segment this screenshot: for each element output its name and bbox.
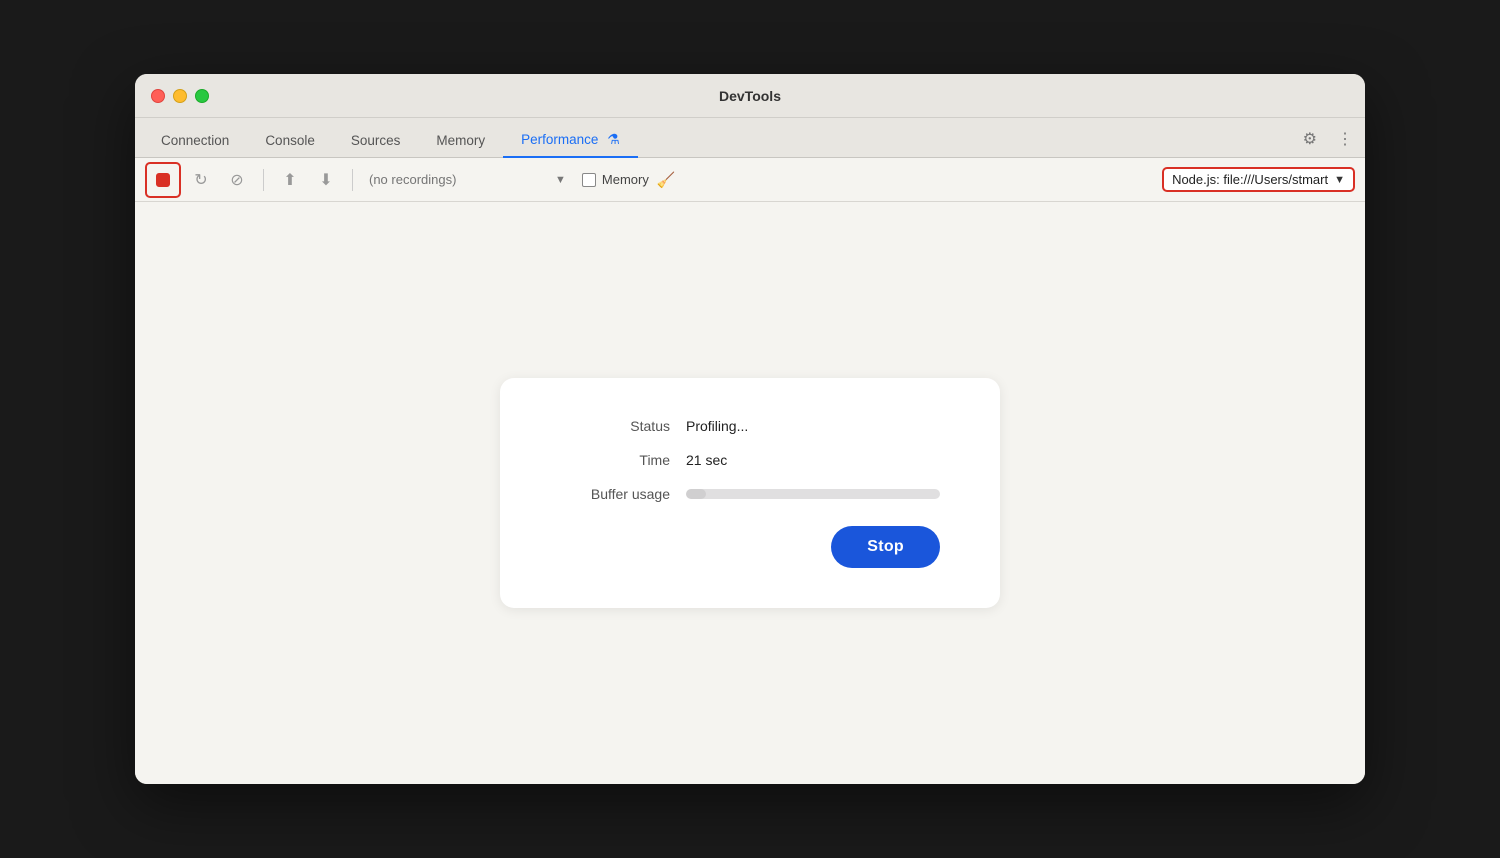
devtools-window: DevTools Connection Console Sources Memo… [135,74,1365,784]
tab-performance[interactable]: Performance ⚗ [503,123,638,158]
flask-icon: ⚗ [607,131,620,147]
buffer-row: Buffer usage [560,486,940,502]
time-value: 21 sec [686,452,727,468]
tab-connection[interactable]: Connection [143,125,247,158]
upload-button[interactable]: ⬆ [274,164,306,196]
recordings-input[interactable] [363,168,551,191]
status-card: Status Profiling... Time 21 sec Buffer u… [500,378,1000,608]
status-row: Status Profiling... [560,418,940,434]
main-content: Status Profiling... Time 21 sec Buffer u… [135,202,1365,784]
target-select-text: Node.js: file:///Users/stmart [1172,172,1328,187]
window-title: DevTools [719,88,781,104]
target-dropdown-arrow-icon: ▼ [1334,174,1345,186]
time-label: Time [560,452,670,468]
clear-button[interactable]: ⊘ [221,164,253,196]
toolbar: ↻ ⊘ ⬆ ⬇ ▼ Memory 🧹 Node.js: file:///User… [135,158,1365,202]
close-button[interactable] [151,89,165,103]
tab-console[interactable]: Console [247,125,333,158]
refresh-button[interactable]: ↻ [185,164,217,196]
memory-checkbox-wrapper: Memory [582,172,649,187]
status-value: Profiling... [686,418,748,434]
target-select[interactable]: Node.js: file:///Users/stmart ▼ [1162,167,1355,192]
recordings-wrapper: ▼ [363,168,570,191]
tab-sources[interactable]: Sources [333,125,419,158]
recordings-dropdown-button[interactable]: ▼ [551,172,570,188]
traffic-lights [151,89,209,103]
buffer-label: Buffer usage [560,486,670,502]
toolbar-divider-2 [352,169,353,191]
memory-label: Memory [602,172,649,187]
stop-button-row: Stop [560,526,940,568]
minimize-button[interactable] [173,89,187,103]
memory-checkbox[interactable] [582,173,596,187]
settings-button[interactable]: ⚙ [1299,127,1321,151]
buffer-bar-fill [686,489,706,499]
tabbar-actions: ⚙ ⋮ [1299,127,1357,157]
record-button[interactable] [145,162,181,198]
tabbar: Connection Console Sources Memory Perfor… [135,118,1365,158]
titlebar: DevTools [135,74,1365,118]
stop-button[interactable]: Stop [831,526,940,568]
more-options-button[interactable]: ⋮ [1333,127,1357,151]
tab-memory[interactable]: Memory [418,125,503,158]
toolbar-divider-1 [263,169,264,191]
status-label: Status [560,418,670,434]
time-row: Time 21 sec [560,452,940,468]
maximize-button[interactable] [195,89,209,103]
stop-record-icon [156,173,170,187]
buffer-bar [686,489,940,499]
download-button[interactable]: ⬇ [310,164,342,196]
garbage-collect-button[interactable]: 🧹 [657,171,676,189]
